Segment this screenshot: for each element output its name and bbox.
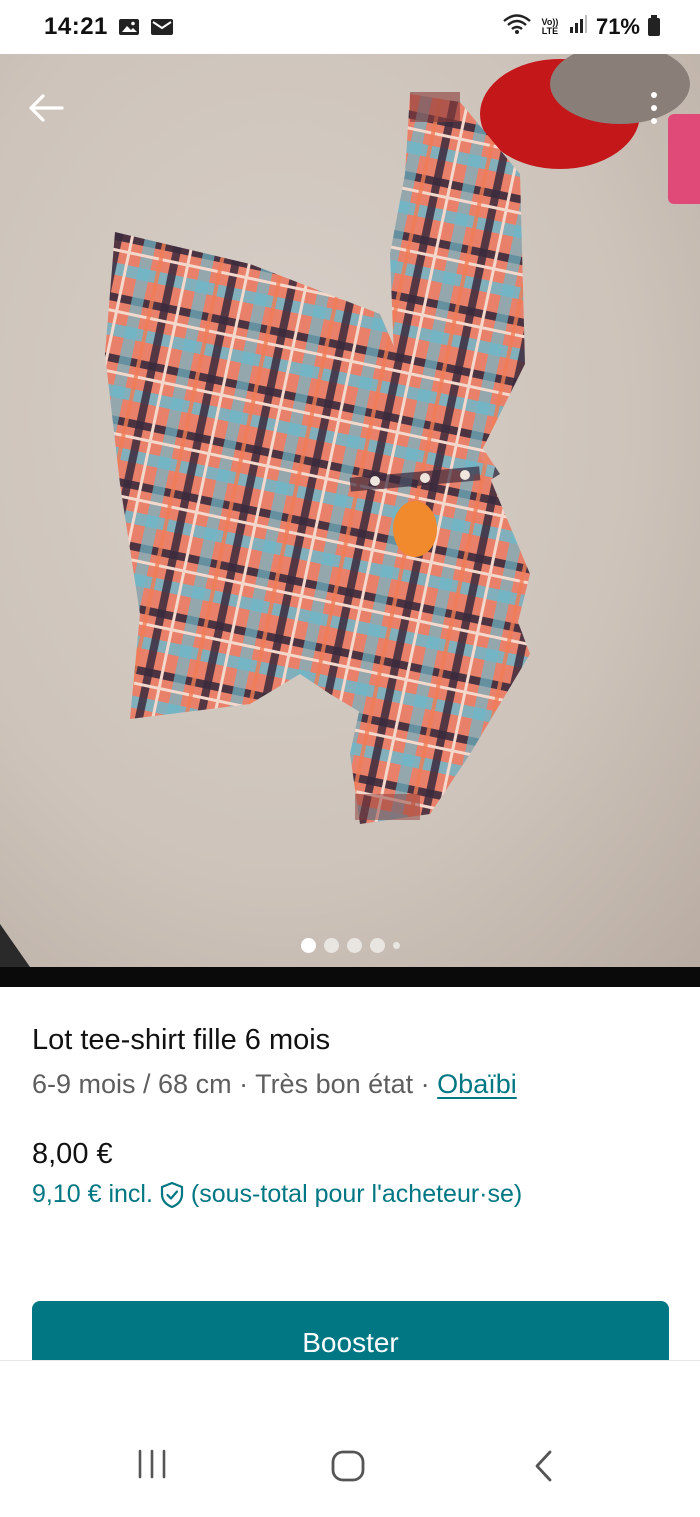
condition-label: Très bon état [255, 1069, 414, 1099]
carousel-dot[interactable] [392, 942, 400, 949]
separator: · [231, 1069, 256, 1099]
mail-icon [150, 17, 173, 37]
arrow-left-icon [29, 94, 64, 122]
price: 8,00 € [32, 1138, 113, 1170]
price-incl-value: 9,10 € incl. [32, 1180, 153, 1208]
carousel-dot[interactable] [346, 938, 362, 953]
home-button[interactable] [330, 1449, 366, 1483]
carousel-dot[interactable] [300, 938, 316, 953]
status-left: 14:21 [44, 13, 173, 41]
recent-apps-button[interactable] [136, 1449, 168, 1479]
price-with-protection[interactable]: 9,10 € incl. (sous-total pour l'acheteur… [32, 1180, 522, 1209]
shield-check-icon [160, 1181, 184, 1208]
carousel-indicator [0, 938, 700, 953]
signal-icon [568, 14, 588, 40]
network-label: Vo)) LTE [541, 17, 559, 36]
plaid-shirt-image [0, 54, 700, 967]
recent-apps-icon [138, 1449, 166, 1479]
size-label: 6-9 mois / 68 cm [32, 1069, 232, 1099]
price-incl-note: (sous-total pour l'acheteur·se) [190, 1180, 523, 1208]
listing-title: Lot tee-shirt fille 6 mois [32, 1024, 331, 1056]
battery-percent: 71% [595, 14, 640, 39]
listing-attributes: 6-9 mois / 68 cm · Très bon état · Obaïb… [32, 1062, 672, 1106]
separator: · [413, 1069, 438, 1099]
carousel-dot[interactable] [323, 938, 339, 953]
system-navigation-bar [0, 1360, 700, 1517]
more-vertical-icon [651, 92, 657, 98]
back-button[interactable] [26, 88, 66, 128]
system-back-button[interactable] [530, 1449, 558, 1483]
brand-link[interactable]: Obaïbi [437, 1069, 517, 1099]
carousel-dot[interactable] [369, 938, 385, 953]
image-icon [118, 17, 140, 37]
status-time: 14:21 [44, 13, 108, 40]
photo-bottom-band [0, 967, 700, 987]
wifi-icon [502, 13, 532, 41]
chevron-left-icon [535, 1450, 552, 1482]
status-right: Vo)) LTE 71% [502, 13, 660, 41]
listing-details: Lot tee-shirt fille 6 mois 6-9 mois / 68… [32, 1020, 672, 1208]
home-icon [331, 1450, 365, 1482]
status-bar: 14:21 Vo)) LTE 71% [0, 0, 700, 54]
product-photo[interactable] [0, 54, 700, 967]
more-options-button[interactable] [640, 86, 668, 130]
battery-icon [648, 15, 660, 36]
